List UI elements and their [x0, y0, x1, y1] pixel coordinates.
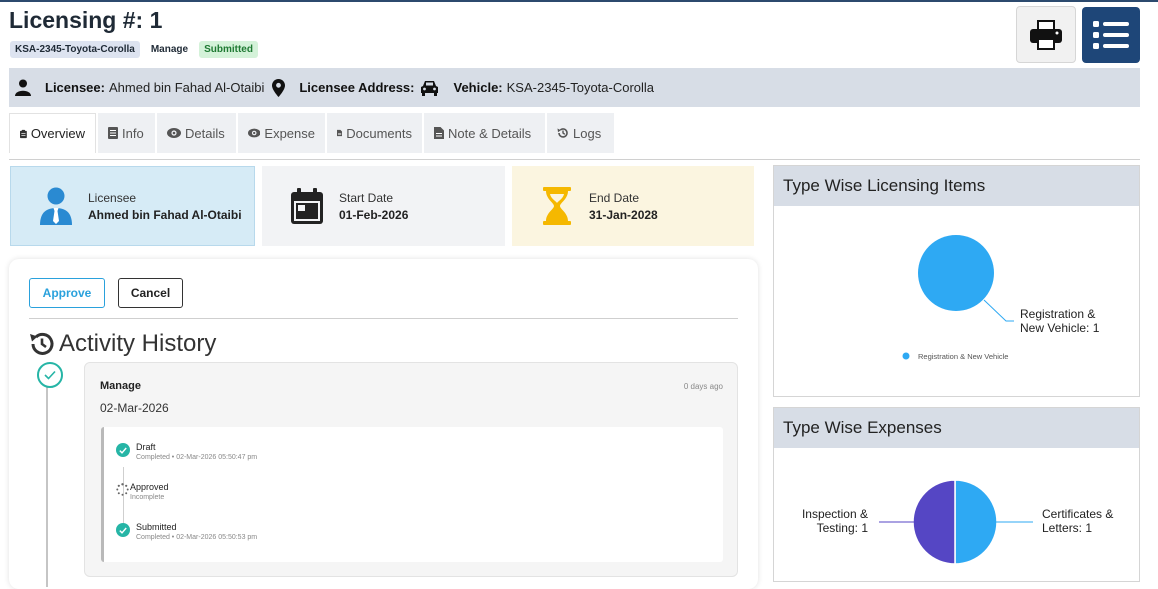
tab-label: Info	[122, 125, 144, 141]
list-icon	[1093, 21, 1129, 49]
expenses-chart-title: Type Wise Expenses	[774, 408, 1139, 448]
tab-label: Details	[185, 125, 225, 141]
page-title: Licensing #: 1	[9, 7, 163, 33]
manage-badge: Manage	[150, 44, 189, 55]
tab-details[interactable]: Details	[157, 113, 236, 153]
expenses-chart-card: Type Wise Expenses Certificates & Letters…	[773, 407, 1140, 582]
vehicle-label: Vehicle:	[453, 80, 503, 95]
person-icon	[15, 79, 31, 96]
document-icon	[337, 129, 343, 137]
status-badge: Submitted	[199, 41, 258, 58]
licensee-label: Licensee:	[45, 80, 105, 95]
step-draft: Draft Completed • 02-Mar-2026 05:50:47 p…	[116, 442, 258, 461]
car-icon	[420, 80, 439, 96]
list-doc-icon	[108, 127, 118, 139]
licensing-items-pie-chart: Registration & New Vehicle: 1 Registration…	[902, 235, 1100, 361]
header-badges: KSA-2345-Toyota-Corolla Manage Submitted	[10, 41, 258, 58]
tab-bar: Overview Info Details Expense Documents …	[9, 113, 614, 153]
tab-overview[interactable]: Overview	[9, 113, 96, 153]
step-name: Approved	[130, 482, 169, 492]
cancel-button[interactable]: Cancel	[118, 278, 183, 308]
legend-label: Registration & New Vehicle	[918, 352, 1008, 361]
activity-panel: Approve Cancel Activity History Manage 0…	[9, 259, 758, 589]
end-date-value: 31-Jan-2028	[589, 207, 658, 222]
tab-divider	[9, 159, 1140, 160]
start-date-value: 01-Feb-2026	[339, 207, 409, 222]
tab-logs[interactable]: Logs	[547, 113, 614, 153]
panel-divider	[29, 318, 738, 319]
step-name: Submitted	[136, 522, 177, 532]
licensee-card-label: Licensee	[88, 190, 137, 205]
tab-label: Overview	[30, 126, 85, 141]
licensing-items-chart-title: Type Wise Licensing Items	[774, 166, 1139, 206]
history-icon	[557, 128, 568, 138]
document-icon	[434, 127, 444, 139]
pie-slice	[918, 235, 994, 311]
check-circle-icon	[116, 523, 130, 537]
history-entry-ago: 0 days ago	[683, 382, 723, 391]
licensee-card: Licensee Ahmed bin Fahad Al-Otaibi	[10, 166, 255, 246]
workflow-steps: Draft Completed • 02-Mar-2026 05:50:47 p…	[101, 427, 723, 562]
end-date-card: End Date 31-Jan-2028	[512, 166, 754, 246]
tab-note-details[interactable]: Note & Details	[424, 113, 545, 153]
timeline-check-icon	[37, 362, 63, 388]
step-name: Draft	[136, 442, 156, 452]
step-meta: Completed • 02-Mar-2026 05:50:53 pm	[136, 534, 258, 541]
printer-icon	[1030, 19, 1062, 50]
licensing-items-chart-card: Type Wise Licensing Items Registration &…	[773, 165, 1140, 397]
list-view-button[interactable]	[1082, 7, 1140, 63]
history-entry-title: Manage	[100, 380, 141, 392]
map-pin-icon	[272, 78, 286, 97]
step-meta: Completed • 02-Mar-2026 05:50:47 pm	[136, 454, 258, 461]
tab-label: Logs	[573, 125, 602, 141]
check-circle-icon	[116, 443, 130, 457]
tab-label: Note & Details	[448, 125, 532, 141]
activity-history-title: Activity History	[59, 330, 217, 357]
vehicle-value: KSA-2345-Toyota-Corolla	[506, 80, 655, 95]
eye-icon	[167, 128, 181, 138]
tab-info[interactable]: Info	[98, 113, 155, 153]
step-approved: Approved Incomplete	[116, 482, 169, 501]
top-border	[0, 0, 1158, 2]
licensee-card-value: Ahmed bin Fahad Al-Otaibi	[88, 207, 242, 222]
address-label: Licensee Address:	[299, 80, 415, 95]
history-entry-card: Manage 0 days ago 02-Mar-2026 Draft Comp…	[84, 362, 738, 577]
spinner-icon	[116, 483, 129, 496]
step-meta: Incomplete	[130, 494, 165, 501]
end-date-label: End Date	[589, 190, 640, 205]
expenses-pie-chart: Certificates & Letters: 1 Inspection & Test…	[802, 479, 1113, 565]
history-entry-date: 02-Mar-2026	[100, 401, 169, 415]
hourglass-icon	[543, 187, 571, 225]
pie-label-connector	[983, 299, 1014, 322]
calendar-icon	[291, 188, 323, 224]
eye-icon	[248, 128, 261, 138]
pie-slice-label: Registration & New Vehicle: 1	[1020, 307, 1100, 335]
clipboard-icon	[20, 129, 27, 138]
tab-label: Documents	[346, 125, 412, 141]
licensee-value: Ahmed bin Fahad Al-Otaibi	[108, 80, 265, 95]
licensee-info-bar: Licensee: Ahmed bin Fahad Al-Otaibi Lice…	[9, 68, 1140, 107]
vehicle-badge: KSA-2345-Toyota-Corolla	[10, 41, 140, 58]
activity-history-heading: Activity History	[29, 330, 216, 358]
pie-slice-label: Certificates & Letters: 1	[1042, 507, 1113, 535]
start-date-card: Start Date 01-Feb-2026	[262, 166, 505, 246]
step-submitted: Submitted Completed • 02-Mar-2026 05:50:…	[116, 522, 258, 541]
tab-documents[interactable]: Documents	[327, 113, 422, 153]
approve-button[interactable]: Approve	[29, 278, 105, 308]
start-date-label: Start Date	[339, 190, 394, 205]
history-icon	[30, 332, 54, 355]
tab-expense[interactable]: Expense	[238, 113, 325, 153]
user-tie-icon	[40, 187, 72, 225]
pie-slice	[912, 479, 956, 565]
timeline-line	[46, 387, 48, 587]
pie-slice	[954, 479, 998, 565]
pie-slice-label: Inspection & Testing: 1	[802, 507, 868, 535]
tab-label: Expense	[264, 125, 315, 141]
legend-marker	[902, 352, 910, 360]
print-button[interactable]	[1016, 6, 1076, 63]
